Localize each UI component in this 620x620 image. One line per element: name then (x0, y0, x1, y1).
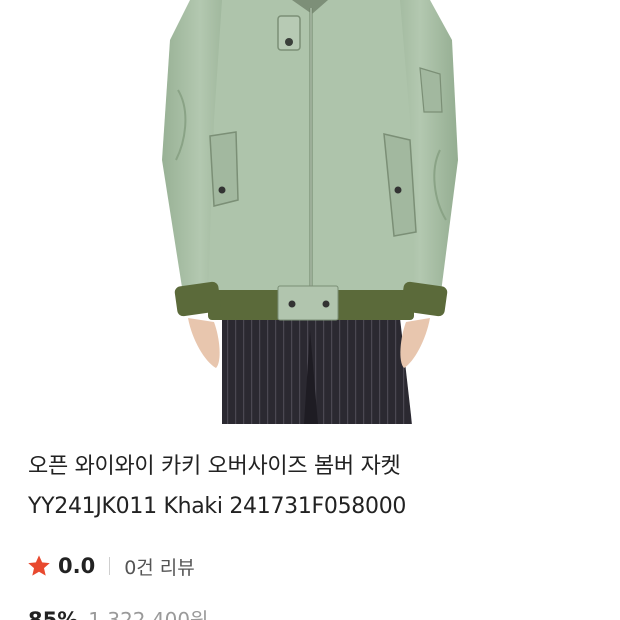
product-title: 오픈 와이와이 카키 오버사이즈 봄버 자켓 YY241JK011 Khaki … (28, 452, 608, 522)
jacket-photo (162, 0, 458, 424)
review-count-link[interactable]: 0건 리뷰 (124, 553, 195, 580)
rating-row[interactable]: 0.0 0건 리뷰 (26, 550, 195, 582)
product-title-korean: 오픈 와이와이 카키 오버사이즈 봄버 자켓 (28, 454, 401, 479)
product-image[interactable] (0, 0, 620, 424)
product-title-model: YY241JK011 Khaki 241731F058000 (28, 494, 407, 519)
rating-value: 0.0 (58, 554, 96, 578)
discount-rate: 85% (28, 608, 79, 620)
price-row: 85% 1,322,400원 (28, 604, 208, 620)
divider (109, 557, 111, 575)
original-price: 1,322,400원 (88, 608, 209, 620)
star-icon (26, 553, 52, 579)
